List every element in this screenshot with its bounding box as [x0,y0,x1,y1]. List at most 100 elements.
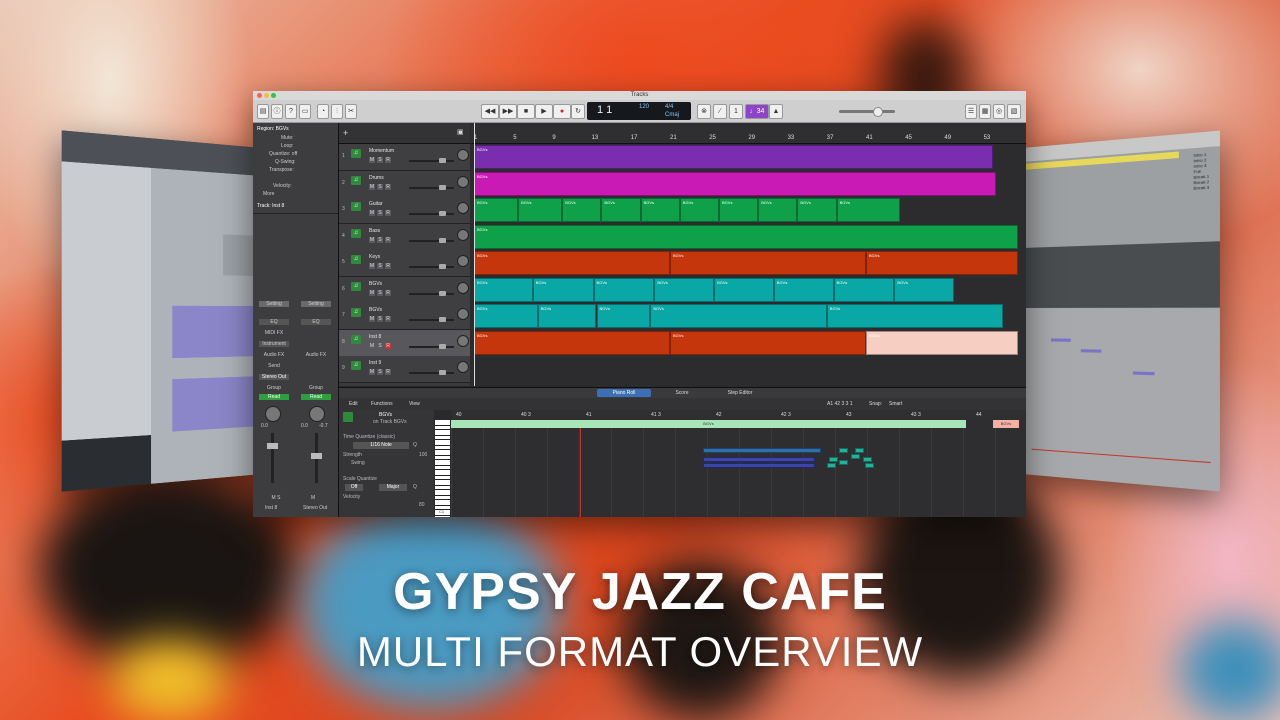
master-volume-slider[interactable] [839,107,895,117]
inspector-row[interactable]: Loop: [281,143,294,149]
menu-functions[interactable]: Functions [371,401,393,407]
mute-button[interactable]: M [369,289,375,296]
metronome-icon[interactable]: ▲ [769,104,783,119]
record-enable-button[interactable]: R [385,289,391,296]
forward-icon[interactable]: ▶▶ [499,104,517,119]
track-lane[interactable]: BGVs BGVs BGVs [471,330,1026,356]
midi-region[interactable]: BGVs [866,330,1018,355]
track-volume-slider[interactable] [409,317,454,322]
track-volume-slider[interactable] [409,290,454,296]
track-lane[interactable]: BGVs [471,224,1026,250]
piano-keys[interactable] [435,420,450,517]
inspector-track[interactable]: Track: Inst 8 [257,203,284,209]
pan-knob[interactable] [457,149,469,161]
strip-audio-fx[interactable]: Audio FX [301,352,331,358]
scale-off-select[interactable]: Off [345,484,363,491]
list-editor-icon[interactable]: ☰ [965,104,977,119]
volume-fader[interactable] [311,433,322,483]
strip-instrument[interactable]: Instrument [259,341,289,347]
pan-knob[interactable] [457,334,469,347]
strip-setting[interactable]: Setting [301,301,331,307]
mute-button[interactable]: M [369,316,375,322]
track-header[interactable]: 5 ♫ Keys M S R [339,250,470,277]
strip-setting[interactable]: Setting [259,301,289,307]
record-icon[interactable]: ● [553,104,571,119]
slider-knob[interactable] [439,264,446,269]
track-volume-slider[interactable] [409,343,454,349]
midi-region[interactable]: BGVs [866,251,1018,275]
midi-region[interactable]: BGVs [654,277,715,302]
fader-cap[interactable] [267,443,278,449]
pan-knob[interactable] [309,406,325,422]
solo-button[interactable]: S [377,369,383,375]
track-volume-slider[interactable] [409,184,454,190]
inspector-row[interactable]: Transpose: [269,167,294,173]
editor-playhead[interactable] [580,428,581,517]
mixer-icon[interactable]: ⫶ [331,104,343,119]
slider-knob[interactable] [439,290,446,296]
track-header[interactable]: 8 ♫ Inst 8 MSR [339,329,470,357]
mute-button[interactable]: M [369,157,375,163]
tab-step-editor[interactable]: Step Editor [713,389,767,397]
track-header[interactable]: 2 ♫ Drums M S R [339,170,470,198]
track-lane[interactable]: BGVs BGVs BGVs [471,250,1026,276]
midi-region[interactable]: BGVs [474,224,1018,249]
solo-button[interactable]: S [377,342,383,349]
strip-send[interactable]: Send [259,363,289,369]
midi-region[interactable]: BGVs [833,277,895,302]
midi-note[interactable] [829,457,838,462]
toolbar-icon[interactable]: ▭ [299,104,311,119]
track-header[interactable]: 3 ♫ Guitar M S R [339,197,470,224]
track-volume-slider[interactable] [409,370,454,375]
record-enable-button[interactable]: R [385,210,391,216]
minimize-icon[interactable] [264,93,269,98]
slider-knob[interactable] [439,343,446,349]
track-volume-slider[interactable] [409,237,454,243]
scale-q-button[interactable]: Q [413,484,417,490]
midi-note[interactable] [703,457,815,462]
record-enable-button[interactable]: R [385,183,391,190]
velocity-value[interactable]: 80 [419,502,425,508]
lcd-display[interactable]: 1 1 120 4/4 Cmaj [587,102,691,120]
slider-knob[interactable] [439,158,446,163]
track-lane[interactable]: BGVs [471,171,1026,197]
smart-controls-icon[interactable]: ◔ [317,104,329,119]
midi-region[interactable]: BGVs [797,198,837,222]
library-icon[interactable]: ▤ [257,104,269,119]
track-volume-slider[interactable] [409,264,454,269]
strip-group[interactable]: Group [259,385,289,391]
pan-knob[interactable] [457,175,469,188]
track-volume-slider[interactable] [409,158,454,163]
midi-region[interactable]: BGVs [773,277,834,302]
slider-knob[interactable] [439,370,446,375]
global-tracks-icon[interactable]: ▣ [457,128,464,136]
record-enable-button[interactable]: R [385,369,391,375]
track-lane[interactable]: BGVs BGVs BGVs BGVs BGVs [471,303,1026,329]
slider-knob[interactable] [439,211,446,216]
midi-region[interactable]: BGVs [640,198,680,222]
midi-region[interactable]: BGVs [596,304,651,328]
track-name[interactable]: Drums [369,175,384,181]
midi-note[interactable] [839,448,848,453]
slider-knob[interactable] [439,317,446,322]
pan-knob[interactable] [457,281,469,294]
record-enable-button[interactable]: R [385,157,391,163]
strip-automation[interactable]: Read [301,394,331,400]
midi-note[interactable] [839,460,848,465]
piano-roll-grid[interactable]: BGVs BGVs [451,420,1026,517]
midi-region[interactable]: BGVs [474,198,519,222]
midi-region[interactable]: BGVs [593,277,655,302]
fader-cap[interactable] [311,453,322,459]
midi-region[interactable]: BGVs [562,198,602,222]
solo-button[interactable]: S [377,316,383,322]
pan-knob[interactable] [457,228,469,241]
midi-note[interactable] [855,448,864,453]
track-header[interactable]: 7 ♫ BGVs M S R [339,303,470,330]
scene-item[interactable]: Break 3 [1193,184,1216,190]
volume-knob[interactable] [873,107,883,117]
midi-region[interactable]: BGVs [719,198,759,222]
midi-region[interactable]: BGVs [474,277,533,302]
midi-region[interactable]: BGVs [758,198,798,222]
solo-button[interactable]: S [377,210,383,216]
track-lane[interactable]: BGVs [471,144,1026,170]
